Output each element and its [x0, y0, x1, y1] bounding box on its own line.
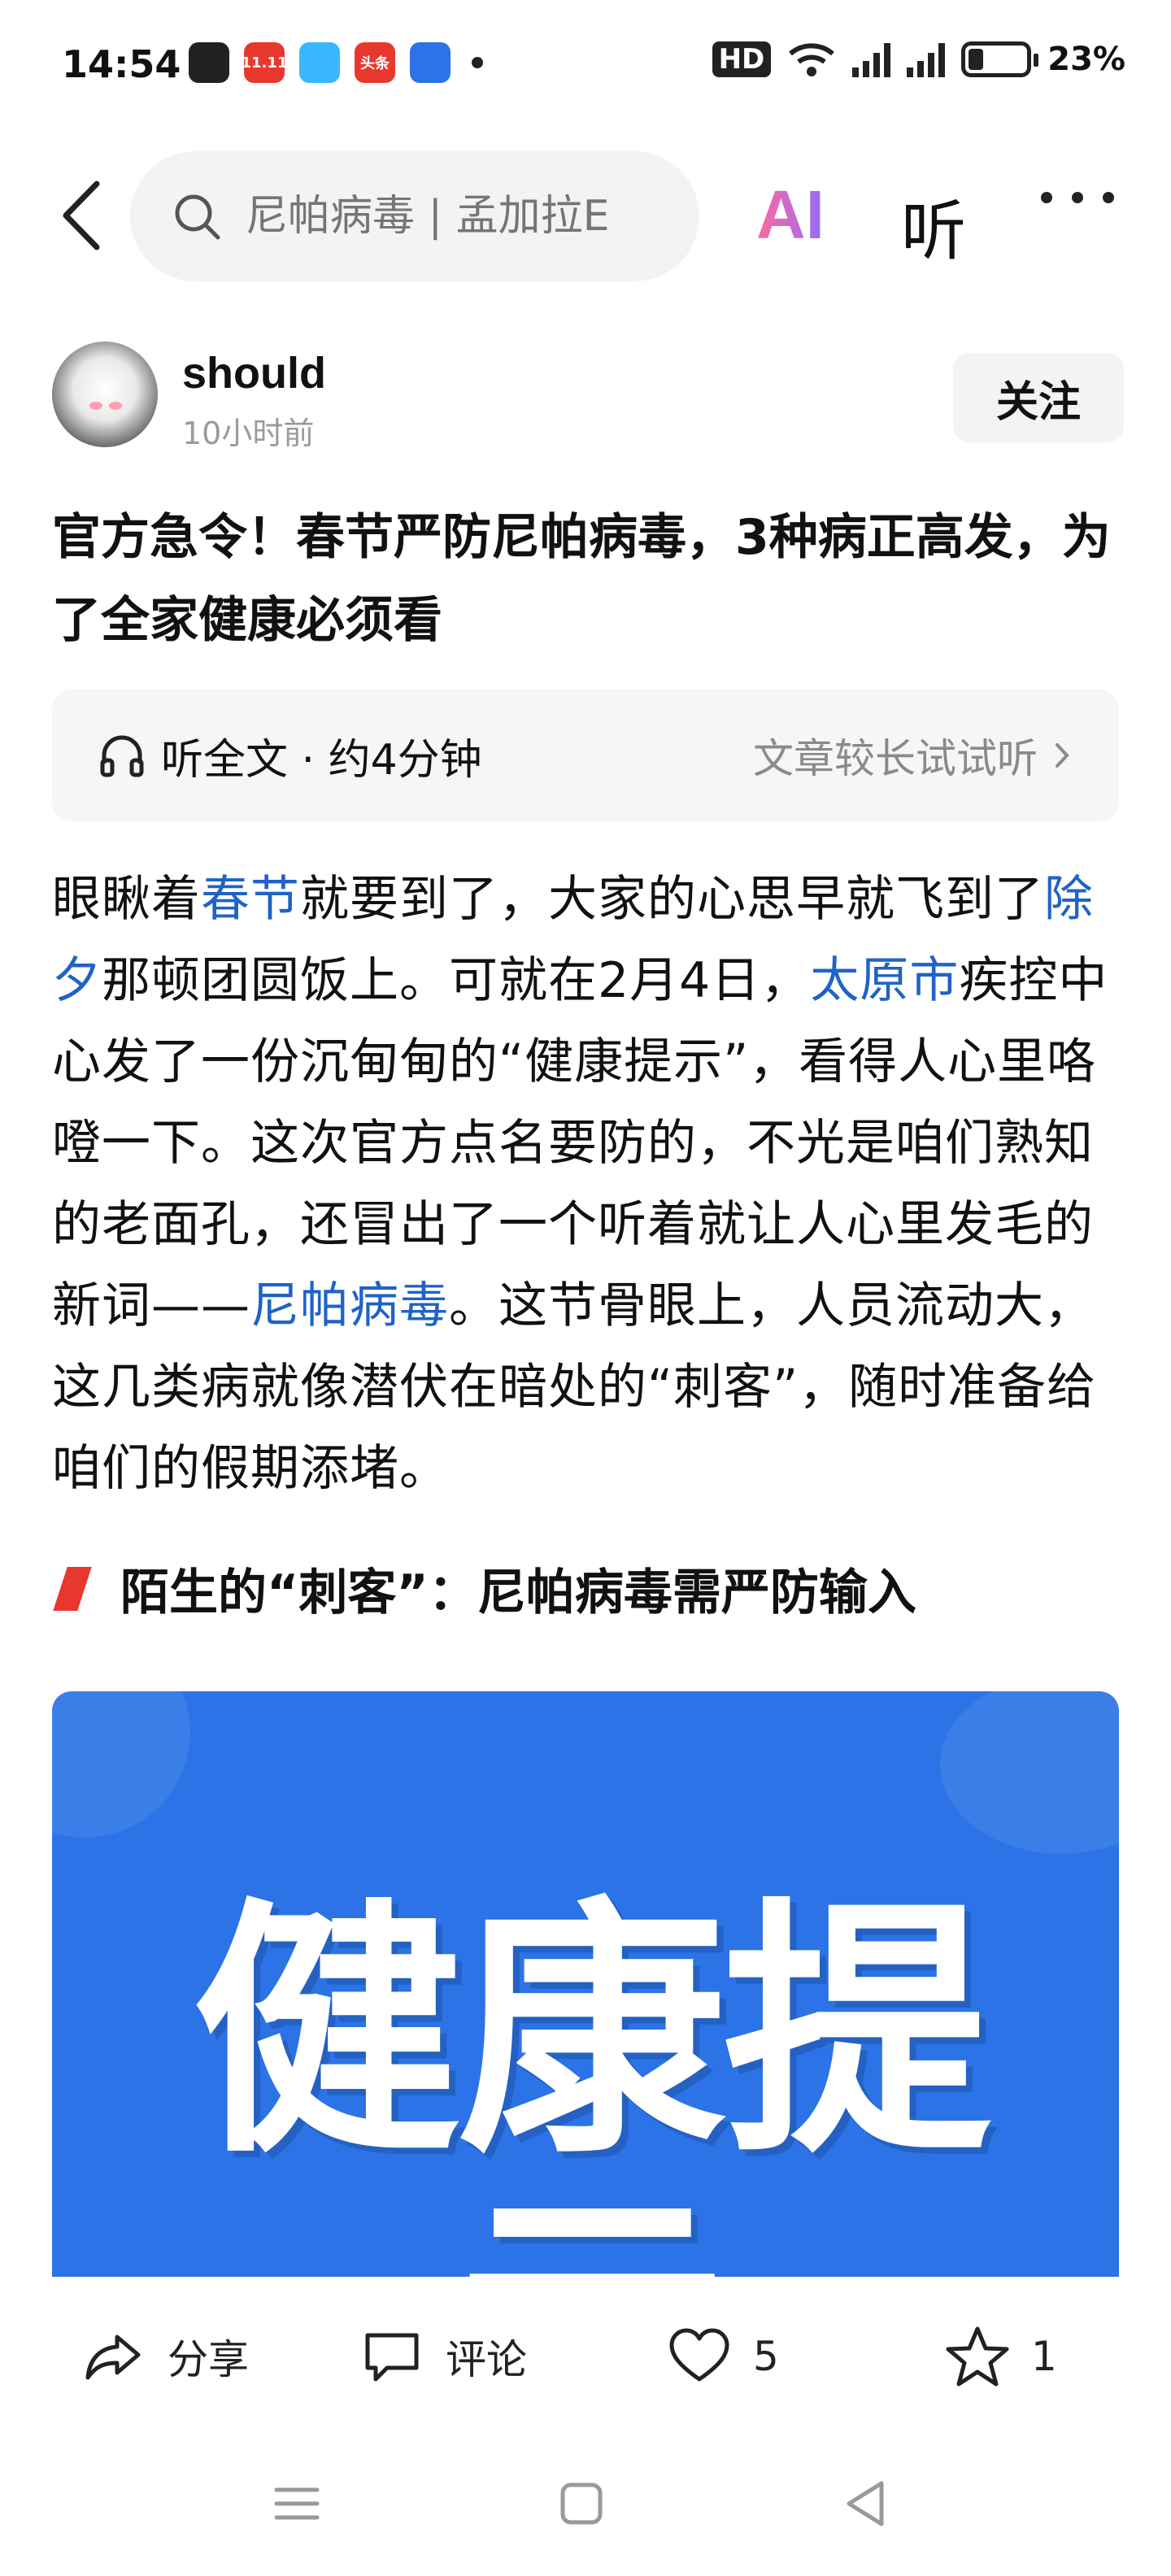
avatar-blush [109, 402, 122, 410]
avatar-blush [89, 402, 102, 410]
toutiao-icon: 头条 [355, 42, 395, 83]
paragraph-text: 眼瞅着 [52, 871, 201, 928]
decor-circle [940, 1691, 1119, 1854]
system-nav-bar [0, 2431, 1171, 2576]
follow-button[interactable]: 关注 [953, 353, 1124, 442]
signal-5g-icon [852, 41, 891, 77]
search-icon [175, 194, 220, 240]
cloud-app-icon [410, 42, 451, 83]
more-notifications-dot [472, 57, 483, 68]
author-name[interactable]: should [182, 348, 326, 398]
top-nav: AI 听 [0, 146, 1171, 285]
more-dot-icon [1072, 192, 1083, 203]
comment-label: 评论 [446, 2336, 527, 2383]
listen-full-article-bar[interactable]: 听全文 · 约4分钟 文章较长试试听 [52, 690, 1119, 821]
wifi-icon [789, 43, 835, 76]
search-input[interactable] [246, 192, 668, 241]
ai-button[interactable]: AI [756, 176, 878, 257]
more-dot-icon [1041, 192, 1052, 203]
keyword-link[interactable]: 春节 [201, 871, 300, 928]
comment-button[interactable]: 评论 [359, 2324, 527, 2389]
wechat-icon [189, 42, 229, 83]
star-icon [946, 2326, 1009, 2387]
paragraph-text: 那顿团圆饭上。可就在2月4日， [102, 952, 811, 1009]
article-paragraph: 眼瞅着春节就要到了，大家的心思早就飞到了除夕那顿团圆饭上。可就在2月4日，太原市… [52, 859, 1125, 1509]
author-row: should 10小时前 关注 [0, 342, 1171, 463]
search-bar[interactable] [130, 151, 699, 281]
hd-icon: HD [712, 41, 772, 77]
more-dot-icon [1103, 192, 1114, 203]
favorite-button[interactable]: 1 [945, 2324, 1057, 2389]
favorite-count: 1 [1031, 2333, 1057, 2380]
listen-hint-text: 文章较长试试听 [753, 735, 1038, 782]
menu-icon[interactable] [268, 2475, 325, 2532]
share-icon [85, 2334, 141, 2380]
listen-button[interactable]: 听 [901, 179, 966, 273]
listen-hint[interactable]: 文章较长试试听 [753, 726, 1070, 785]
headphone-icon [100, 735, 144, 777]
keyword-link[interactable]: 尼帕病毒 [250, 1277, 449, 1334]
signal-5g-secondary-icon [907, 41, 946, 77]
more-options-button[interactable] [1041, 192, 1114, 203]
post-time: 10小时前 [182, 416, 315, 451]
section-heading: 陌生的“刺客”：尼帕病毒需严防输入 [52, 1553, 916, 1624]
keyword-link[interactable]: 太原市 [810, 952, 959, 1009]
status-bar: 14:54 11.11 头条 HD 23% [0, 0, 1171, 130]
health-notice-image[interactable]: 健康提示 [52, 1691, 1119, 2277]
comment-icon [365, 2333, 419, 2382]
home-icon[interactable] [553, 2475, 610, 2532]
battery-percent: 23% [1047, 41, 1125, 78]
status-indicators: HD 23% [712, 41, 1125, 78]
share-label: 分享 [168, 2336, 249, 2383]
colorful-app-icon [299, 42, 340, 83]
back-arrow-icon [63, 181, 100, 250]
author-avatar[interactable] [52, 342, 158, 447]
notification-icons: 11.11 头条 [189, 42, 483, 83]
like-button[interactable]: 5 [667, 2324, 779, 2389]
health-notice-text: 健康提示 [193, 1877, 991, 2277]
share-button[interactable]: 分享 [81, 2324, 249, 2389]
section-heading-text: 陌生的“刺客”：尼帕病毒需严防输入 [120, 1564, 916, 1621]
taobao-1111-icon: 11.11 [242, 42, 287, 83]
listen-full-label: 听全文 · 约4分钟 [161, 735, 482, 785]
heart-icon [669, 2328, 729, 2382]
paragraph-text: 就要到了，大家的心思早就飞到了 [300, 871, 1044, 928]
heading-accent-mark [53, 1566, 92, 1611]
back-button[interactable] [49, 179, 114, 252]
chevron-right-icon [1056, 743, 1069, 768]
back-triangle-icon[interactable] [838, 2475, 895, 2532]
like-count: 5 [753, 2333, 779, 2380]
battery-icon [961, 41, 1039, 77]
status-time: 14:54 [62, 42, 181, 86]
article-title: 官方急令！春节严防尼帕病毒，3种病正高发，为了全家健康必须看 [52, 509, 1111, 649]
bottom-action-bar: 分享 评论 5 1 [0, 2277, 1171, 2431]
decor-circle [52, 1691, 190, 1838]
